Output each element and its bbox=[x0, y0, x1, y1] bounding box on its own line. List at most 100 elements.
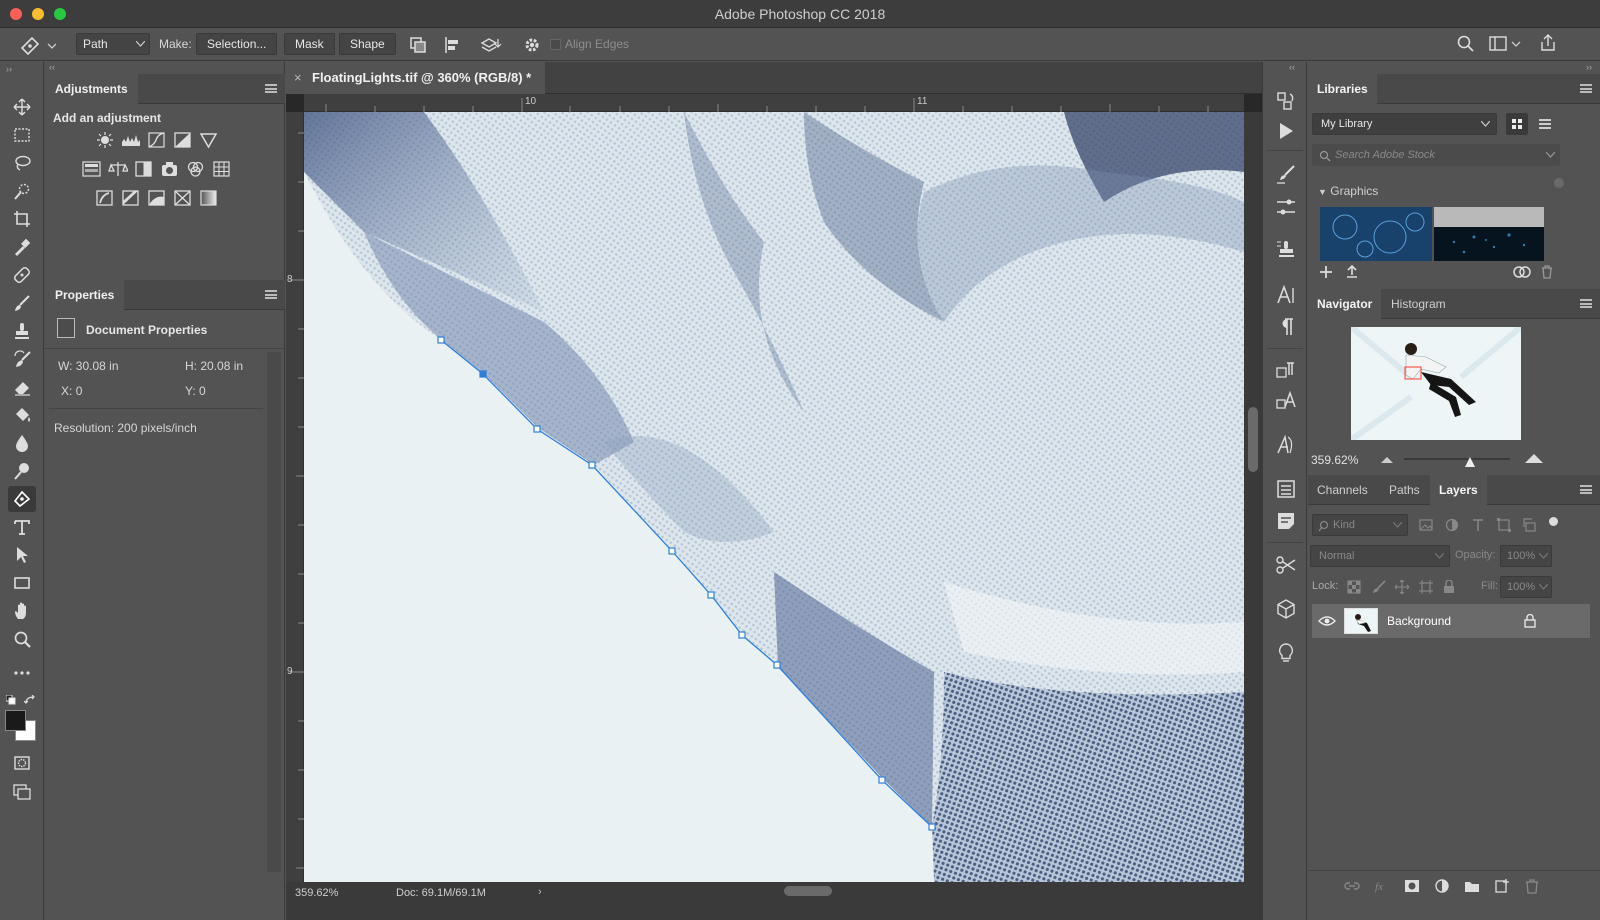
tab-properties[interactable]: Properties bbox=[45, 280, 125, 310]
edit-toolbar-button[interactable] bbox=[8, 660, 36, 686]
anchor-point[interactable] bbox=[738, 631, 746, 639]
graphic-thumbnail[interactable] bbox=[1434, 207, 1544, 261]
selective-color-icon[interactable] bbox=[173, 189, 193, 207]
lock-transparent-pixels-icon[interactable] bbox=[1347, 580, 1361, 594]
history-brush-tool[interactable] bbox=[8, 346, 36, 372]
type-layer-filter-icon[interactable] bbox=[1471, 518, 1485, 532]
navigator-preview[interactable] bbox=[1351, 327, 1521, 440]
brightness-contrast-icon[interactable] bbox=[95, 131, 115, 149]
vertical-scroll-thumb[interactable] bbox=[1248, 407, 1258, 472]
quick-mask-button[interactable] bbox=[8, 750, 36, 776]
filter-toggle-button[interactable] bbox=[1549, 517, 1558, 526]
navigator-zoom-value[interactable]: 359.62% bbox=[1311, 453, 1358, 467]
layer-name[interactable]: Background bbox=[1387, 614, 1451, 628]
make-shape-button[interactable]: Shape bbox=[339, 33, 396, 55]
pen-tool[interactable] bbox=[8, 486, 36, 512]
blur-tool[interactable] bbox=[8, 430, 36, 456]
zoom-level-status[interactable]: 359.62% bbox=[295, 887, 338, 899]
collapse-panels-icon[interactable]: ‹‹ bbox=[49, 62, 55, 72]
layer-style-fx-icon[interactable]: fx bbox=[1374, 878, 1390, 894]
smart-object-filter-icon[interactable] bbox=[1523, 518, 1537, 532]
anchor-point[interactable] bbox=[707, 591, 715, 599]
tool-mode-select[interactable]: Path bbox=[76, 33, 150, 55]
collapse-dock-icon[interactable]: ‹‹ bbox=[1289, 62, 1295, 72]
layer-kind-filter[interactable]: Kind bbox=[1312, 514, 1408, 536]
healing-brush-tool[interactable] bbox=[8, 262, 36, 288]
document-size-status[interactable]: Doc: 69.1M/69.1M bbox=[396, 887, 486, 899]
history-icon[interactable] bbox=[1275, 90, 1297, 112]
paragraph-icon[interactable] bbox=[1275, 316, 1297, 338]
channel-mixer-icon[interactable] bbox=[186, 160, 206, 178]
lock-position-icon[interactable] bbox=[1395, 580, 1409, 594]
trash-icon[interactable] bbox=[1540, 264, 1554, 280]
paint-bucket-tool[interactable] bbox=[8, 402, 36, 428]
tab-layers[interactable]: Layers bbox=[1430, 475, 1487, 505]
lock-image-pixels-icon[interactable] bbox=[1372, 580, 1386, 594]
path-selection-tool[interactable] bbox=[8, 542, 36, 568]
graphic-thumbnail[interactable] bbox=[1320, 207, 1432, 261]
layer-row-background[interactable]: Background bbox=[1312, 604, 1590, 638]
make-mask-button[interactable]: Mask bbox=[284, 33, 335, 55]
threshold-icon[interactable] bbox=[147, 189, 167, 207]
lock-all-icon[interactable] bbox=[1443, 580, 1455, 594]
add-mask-icon[interactable] bbox=[1404, 878, 1420, 894]
type-tool[interactable] bbox=[8, 514, 36, 540]
rectangle-tool[interactable] bbox=[8, 570, 36, 596]
lasso-tool[interactable] bbox=[8, 150, 36, 176]
quick-selection-tool[interactable] bbox=[8, 178, 36, 204]
anchor-point[interactable] bbox=[437, 336, 445, 344]
path-arrangement-button[interactable] bbox=[478, 35, 502, 55]
tab-adjustments[interactable]: Adjustments bbox=[45, 74, 138, 104]
make-selection-button[interactable]: Selection... bbox=[196, 33, 278, 55]
clone-stamp-tool[interactable] bbox=[8, 318, 36, 344]
new-adjustment-layer-icon[interactable] bbox=[1434, 878, 1450, 894]
close-document-icon[interactable]: × bbox=[294, 62, 302, 94]
list-view-button[interactable] bbox=[1534, 113, 1556, 135]
tab-histogram[interactable]: Histogram bbox=[1382, 289, 1455, 319]
graphics-section-toggle[interactable]: ▼ Graphics bbox=[1318, 184, 1378, 198]
tab-channels[interactable]: Channels bbox=[1308, 475, 1377, 505]
zoom-out-mountain-icon[interactable] bbox=[1380, 455, 1394, 465]
status-menu-arrow-icon[interactable]: › bbox=[538, 886, 542, 898]
fill-field[interactable]: 100% bbox=[1500, 576, 1552, 598]
grid-view-button[interactable] bbox=[1506, 113, 1528, 135]
link-layers-icon[interactable] bbox=[1344, 878, 1360, 894]
eraser-tool[interactable] bbox=[8, 374, 36, 400]
curves-icon[interactable] bbox=[147, 131, 167, 149]
anchor-point[interactable] bbox=[773, 661, 781, 669]
panel-menu-icon[interactable] bbox=[265, 290, 277, 299]
marquee-tool[interactable] bbox=[8, 122, 36, 148]
upload-icon[interactable] bbox=[1344, 264, 1360, 280]
zoom-slider-thumb-icon[interactable] bbox=[1464, 456, 1476, 468]
image-canvas[interactable] bbox=[304, 112, 1244, 882]
zoom-in-mountain-icon[interactable] bbox=[1524, 452, 1544, 464]
anchor-point[interactable] bbox=[878, 776, 886, 784]
hue-saturation-icon[interactable] bbox=[82, 160, 102, 178]
black-white-icon[interactable] bbox=[134, 160, 154, 178]
screen-mode-button[interactable] bbox=[8, 778, 36, 804]
vertical-scrollbar[interactable] bbox=[1244, 112, 1262, 882]
default-colors-button[interactable] bbox=[5, 694, 16, 705]
posterize-icon[interactable] bbox=[121, 189, 141, 207]
pen-tool-preset-picker[interactable] bbox=[18, 34, 57, 56]
pixel-layer-filter-icon[interactable] bbox=[1419, 519, 1433, 531]
path-alignment-button[interactable] bbox=[443, 35, 463, 55]
panel-menu-icon[interactable] bbox=[1580, 84, 1592, 93]
anchor-point[interactable] bbox=[588, 461, 596, 469]
document-tab[interactable]: × FloatingLights.tif @ 360% (RGB/8) * bbox=[286, 62, 546, 94]
vertical-ruler[interactable]: 8 9 bbox=[286, 112, 304, 882]
eyedropper-tool[interactable] bbox=[8, 234, 36, 260]
lock-artboard-icon[interactable] bbox=[1419, 580, 1433, 594]
tab-navigator[interactable]: Navigator bbox=[1308, 289, 1382, 319]
library-select[interactable]: My Library bbox=[1312, 113, 1497, 135]
actions-play-icon[interactable] bbox=[1275, 120, 1297, 142]
color-lookup-icon[interactable] bbox=[212, 160, 232, 178]
anchor-point[interactable] bbox=[533, 425, 541, 433]
3d-cube-icon[interactable] bbox=[1275, 598, 1297, 620]
shape-layer-filter-icon[interactable] bbox=[1497, 518, 1511, 532]
delete-layer-trash-icon[interactable] bbox=[1524, 878, 1540, 894]
character-styles-icon[interactable] bbox=[1275, 390, 1297, 412]
swap-colors-button[interactable] bbox=[23, 694, 36, 704]
add-graphic-icon[interactable] bbox=[1318, 264, 1334, 280]
share-button[interactable] bbox=[1538, 33, 1558, 53]
